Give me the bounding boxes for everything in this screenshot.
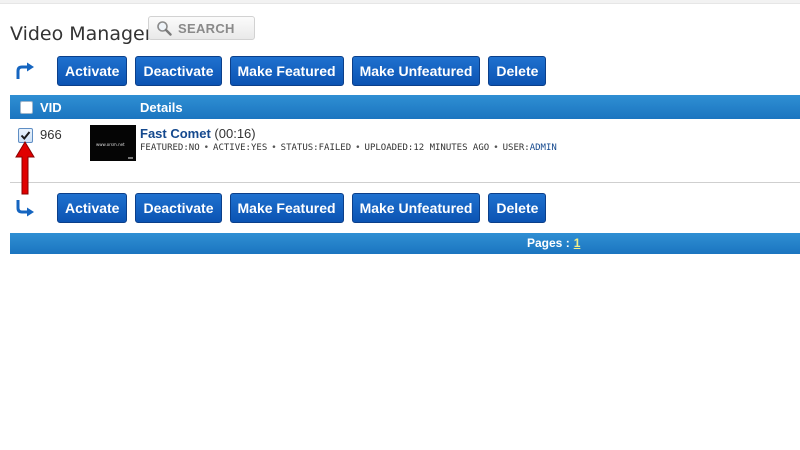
search-label: SEARCH [178,20,235,36]
make-featured-button[interactable]: Make Featured [229,56,344,86]
thumbnail-caption: www.orsm.net [96,142,125,147]
make-featured-button[interactable]: Make Featured [229,193,344,223]
top-divider [0,0,800,4]
table-row: 966 www.orsm.net Fast Comet (00:16) FEAT… [10,120,800,183]
activate-button[interactable]: Activate [57,193,128,223]
bulk-actions-top: Activate Deactivate Make Featured Make U… [10,56,554,86]
search-icon [157,21,172,36]
pagination-label: Pages : [527,236,570,250]
active-label: ACTIVE: [213,143,251,153]
delete-button[interactable]: Delete [488,56,547,86]
video-duration: (00:16) [214,126,256,141]
user-link[interactable]: ADMIN [530,143,557,153]
video-title-link[interactable]: Fast Comet [140,126,211,141]
page-link-1[interactable]: 1 [574,236,581,250]
active-value: YES [250,143,268,153]
red-up-arrow-icon [15,141,35,195]
status-value: FAILED [318,143,352,153]
arrow-turn-down-right-icon [10,193,40,223]
deactivate-button[interactable]: Deactivate [135,56,222,86]
meta-separator: • [493,143,499,153]
video-thumbnail[interactable]: www.orsm.net [90,125,136,161]
search-button[interactable]: SEARCH [148,16,255,40]
bulk-actions-bottom: Activate Deactivate Make Featured Make U… [10,193,554,223]
video-title-line: Fast Comet (00:16) [140,126,256,141]
make-unfeatured-button[interactable]: Make Unfeatured [351,56,481,86]
column-header-vid: VID [40,100,62,115]
arrow-turn-right-icon [10,56,40,86]
deactivate-button[interactable]: Deactivate [135,193,222,223]
delete-button[interactable]: Delete [488,193,547,223]
status-label: STATUS: [280,143,319,153]
meta-separator: • [203,143,210,153]
video-id: 966 [40,127,62,142]
checkmark-icon [20,131,31,141]
activate-button[interactable]: Activate [57,56,128,86]
video-manager-page: Video Manager SEARCH Activate Deactivate… [0,0,800,450]
featured-value: NO [188,143,200,153]
user-label: USER: [502,143,530,153]
make-unfeatured-button[interactable]: Make Unfeatured [351,193,481,223]
page-title: Video Manager [10,23,153,45]
uploaded-value: 12 MINUTES AGO [413,143,490,153]
table-header: VID Details [10,95,800,119]
pagination-bar: Pages : 1 [10,233,800,254]
meta-separator: • [355,143,361,153]
uploaded-label: UPLOADED: [364,143,414,153]
column-header-details: Details [140,100,183,115]
meta-separator: • [271,143,277,153]
select-all-checkbox[interactable] [20,101,33,114]
pagination: Pages : 1 [527,236,580,250]
featured-label: FEATURED: [140,143,189,153]
video-meta: FEATURED:NO • ACTIVE:YES • STATUS:FAILED • UPL… [140,143,557,153]
thumbnail-logo [128,157,133,159]
